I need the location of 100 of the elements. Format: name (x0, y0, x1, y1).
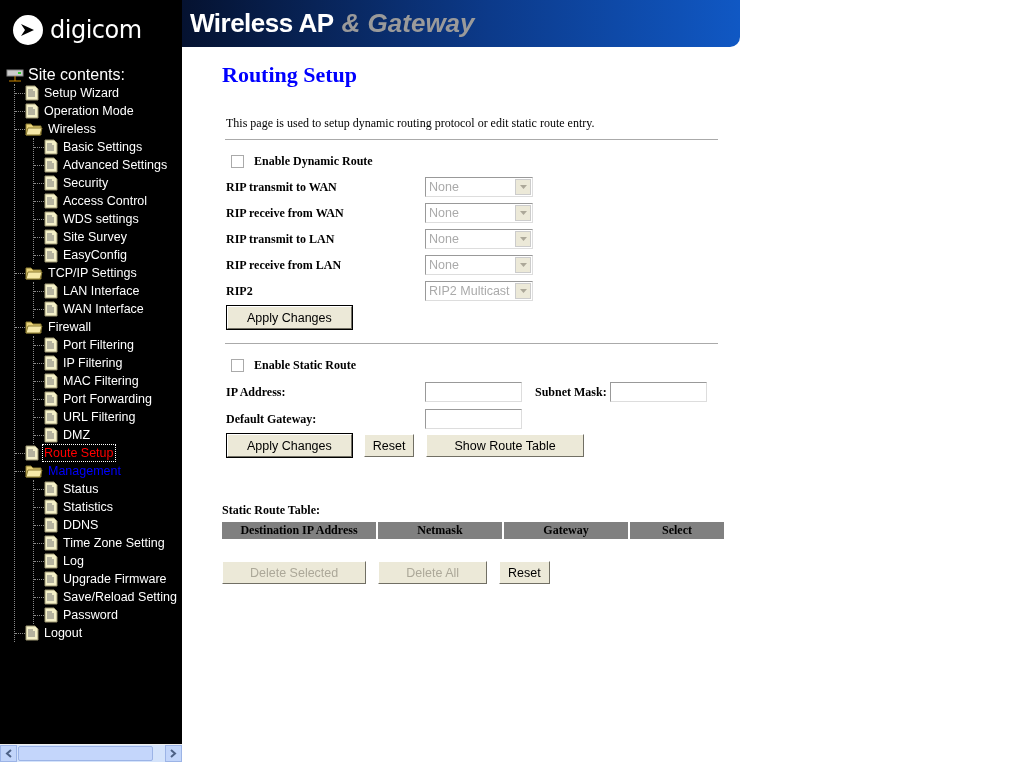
document-icon (44, 211, 58, 227)
tree-title: Site contents: (28, 66, 125, 84)
menu-item[interactable]: IP Filtering (62, 355, 124, 371)
document-icon (44, 481, 58, 497)
menu-item[interactable]: Firewall (47, 319, 93, 335)
menu-item[interactable]: Wireless (47, 121, 97, 137)
caret-icon (519, 263, 527, 267)
horizontal-scrollbar[interactable] (0, 744, 182, 762)
menu-item[interactable]: Statistics (62, 499, 114, 515)
caret-icon (519, 185, 527, 189)
document-icon (44, 373, 58, 389)
menu-item[interactable]: DMZ (62, 427, 92, 443)
document-icon (44, 247, 58, 263)
field-label: Default Gateway: (226, 411, 318, 427)
document-icon (25, 103, 39, 119)
banner-title: Wireless AP (190, 8, 334, 39)
menu-item[interactable]: Advanced Settings (62, 157, 169, 173)
subnet-mask-field[interactable] (609, 382, 707, 402)
banner-subtitle: & Gateway (341, 8, 475, 39)
document-icon (44, 139, 58, 155)
logo-text: digicom (50, 16, 142, 44)
scroll-thumb[interactable] (18, 746, 153, 761)
folder-icon (25, 122, 43, 136)
form-button[interactable]: Apply Changes (227, 434, 352, 457)
menu-item[interactable]: Log (62, 553, 85, 569)
form-button[interactable]: Show Route Table (426, 434, 584, 457)
menu-item[interactable]: MAC Filtering (62, 373, 140, 389)
checkbox[interactable] (231, 154, 244, 168)
column-header: Netmask (378, 522, 502, 539)
field-label: Subnet Mask: (535, 384, 607, 400)
menu-item[interactable]: EasyConfig (62, 247, 128, 263)
document-icon (44, 337, 58, 353)
menu-item[interactable]: Site Survey (62, 229, 128, 245)
form-button[interactable]: Reset (499, 561, 550, 584)
menu-item[interactable]: DDNS (62, 517, 100, 533)
ip-address-field[interactable] (425, 382, 522, 402)
logo-icon (12, 14, 44, 46)
menu-item[interactable]: Password (62, 607, 119, 623)
menu-item[interactable]: LAN Interface (62, 283, 141, 299)
menu-item[interactable]: Access Control (62, 193, 149, 209)
folder-icon (25, 464, 43, 478)
document-icon (25, 445, 39, 461)
field-label: RIP receive from LAN (226, 257, 343, 273)
document-icon (44, 607, 58, 623)
document-icon (25, 85, 39, 101)
form-button[interactable]: Reset (363, 434, 415, 457)
menu-item[interactable]: Setup Wizard (43, 85, 121, 101)
document-icon (44, 409, 58, 425)
menu-item[interactable]: URL Filtering (62, 409, 137, 425)
document-icon (44, 499, 58, 515)
menu-item[interactable]: WAN Interface (62, 301, 145, 317)
column-header: Gateway (504, 522, 628, 539)
menu-item[interactable]: Time Zone Setting (62, 535, 166, 551)
menu-item[interactable]: Upgrade Firmware (62, 571, 168, 587)
document-icon (44, 283, 58, 299)
scroll-left-button[interactable] (0, 745, 17, 762)
menu-item[interactable]: Status (62, 481, 100, 497)
document-icon (44, 391, 58, 407)
document-icon (25, 625, 39, 641)
column-header: Select (630, 522, 724, 539)
menu-item[interactable]: WDS settings (62, 211, 140, 227)
checkbox-label: Enable Dynamic Route (254, 153, 373, 169)
checkbox[interactable] (231, 358, 244, 372)
folder-icon (25, 266, 43, 280)
document-icon (44, 517, 58, 533)
document-icon (44, 301, 58, 317)
menu-item[interactable]: Route Setup (43, 445, 115, 461)
page-description: This page is used to setup dynamic routing protocol or edit static route entry. (226, 116, 596, 131)
document-icon (44, 553, 58, 569)
document-icon (44, 589, 58, 605)
checkbox-label: Enable Static Route (254, 357, 356, 373)
caret-icon (519, 289, 527, 293)
document-icon (44, 229, 58, 245)
menu-item[interactable]: Save/Reload Setting (62, 589, 178, 605)
scroll-right-button[interactable] (165, 745, 182, 762)
menu-item[interactable]: Security (62, 175, 110, 191)
field-label: RIP2 (226, 283, 254, 299)
form-button[interactable]: Apply Changes (227, 306, 352, 329)
field-label: RIP transmit to LAN (226, 231, 336, 247)
gateway-field[interactable] (425, 409, 522, 429)
caret-icon (519, 237, 527, 241)
menu-item[interactable]: Port Filtering (62, 337, 135, 353)
menu-item[interactable]: Port Forwarding (62, 391, 153, 407)
computer-icon (6, 68, 24, 82)
column-header: Destination IP Address (222, 522, 376, 539)
field-label: RIP receive from WAN (226, 205, 345, 221)
document-icon (44, 535, 58, 551)
document-icon (44, 193, 58, 209)
field-label: RIP transmit to WAN (226, 179, 338, 195)
menu-item[interactable]: Logout (43, 625, 84, 641)
folder-icon (25, 320, 43, 334)
chevron-right-icon (170, 749, 177, 758)
menu-item[interactable]: TCP/IP Settings (47, 265, 138, 281)
menu-item[interactable]: Basic Settings (62, 139, 144, 155)
document-icon (44, 157, 58, 173)
chevron-left-icon (5, 749, 12, 758)
caret-icon (519, 211, 527, 215)
document-icon (44, 427, 58, 443)
menu-item[interactable]: Operation Mode (43, 103, 135, 119)
document-icon (44, 175, 58, 191)
